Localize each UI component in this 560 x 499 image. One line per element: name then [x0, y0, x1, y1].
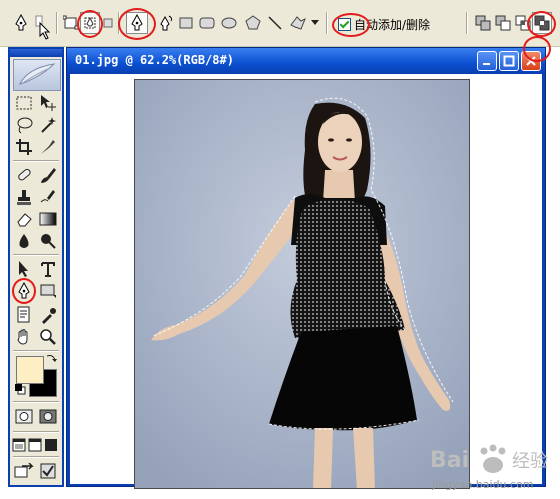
toolbox-panel — [8, 47, 64, 487]
subtract-from-path-area-icon[interactable] — [494, 12, 512, 34]
watermark-logo-suffix: 经验 — [512, 451, 548, 472]
minimize-button[interactable] — [477, 51, 497, 71]
healing-brush-tool-icon[interactable] — [13, 165, 35, 185]
annotation-circle — [523, 36, 551, 62]
dodge-tool-icon[interactable] — [37, 231, 59, 251]
crop-tool-icon[interactable] — [13, 137, 35, 157]
rounded-rectangle-shape-icon[interactable] — [198, 12, 216, 34]
quick-mask-mode-icon[interactable] — [37, 407, 59, 427]
photo-canvas[interactable] — [134, 79, 470, 489]
standard-mode-icon[interactable] — [13, 407, 35, 427]
custom-shape-dropdown-icon[interactable] — [310, 12, 320, 34]
freeform-pen-icon[interactable] — [156, 12, 176, 34]
marquee-tool-icon[interactable] — [13, 93, 35, 113]
toolbox-title-bar[interactable] — [10, 49, 62, 57]
lasso-tool-icon[interactable] — [13, 115, 35, 135]
clone-stamp-tool-icon[interactable] — [13, 187, 35, 207]
type-tool-icon[interactable] — [37, 259, 59, 279]
polygon-shape-icon[interactable] — [244, 12, 262, 34]
swap-colors-icon[interactable] — [44, 351, 58, 365]
annotation-circle — [77, 10, 103, 38]
maximize-button[interactable] — [499, 51, 519, 71]
standard-screen-mode-icon[interactable] — [11, 435, 27, 455]
blur-tool-icon[interactable] — [13, 231, 35, 251]
brush-tool-icon[interactable] — [37, 165, 59, 185]
gradient-tool-icon[interactable] — [37, 209, 59, 229]
document-window: 01.jpg @ 62.2%(RGB/8#) — [66, 36, 551, 489]
baidu-paw-logo: Bai 经验 — [430, 444, 548, 473]
full-screen-menu-mode-icon[interactable] — [27, 435, 43, 455]
watermark-url: jingyan.baidu.com — [432, 478, 534, 491]
commit-checkbox-icon[interactable] — [37, 461, 59, 481]
path-selection-tool-icon[interactable] — [13, 259, 35, 279]
photoshop-logo[interactable] — [13, 59, 61, 91]
jump-to-imageready-icon[interactable] — [13, 461, 35, 481]
move-tool-icon[interactable] — [37, 93, 59, 113]
watermark-logo-text: Bai — [430, 448, 469, 473]
line-shape-icon[interactable] — [266, 12, 284, 34]
rectangle-shape-icon[interactable] — [178, 12, 194, 34]
options-bar: 自动添加/删除 — [0, 0, 560, 47]
fill-pixels-icon[interactable] — [101, 12, 115, 34]
custom-shape-icon[interactable] — [288, 12, 308, 34]
ellipse-shape-icon[interactable] — [220, 12, 238, 34]
foreground-color-swatch[interactable] — [16, 356, 44, 384]
add-to-path-area-icon[interactable] — [474, 12, 492, 34]
history-brush-tool-icon[interactable] — [37, 187, 59, 207]
mouse-cursor-icon — [38, 20, 52, 42]
eraser-tool-icon[interactable] — [13, 209, 35, 229]
annotation-circle — [332, 13, 370, 37]
annotation-circle — [118, 8, 156, 40]
document-canvas-area — [70, 74, 542, 489]
annotation-circle — [527, 11, 556, 37]
magic-wand-tool-icon[interactable] — [37, 115, 59, 135]
full-screen-mode-icon[interactable] — [43, 435, 59, 455]
document-title-bar[interactable]: 01.jpg @ 62.2%(RGB/8#) — [67, 48, 545, 74]
annotation-circle — [12, 278, 36, 304]
default-colors-icon[interactable] — [14, 383, 26, 395]
rectangle-tool-icon[interactable] — [37, 281, 59, 301]
document-title: 01.jpg @ 62.2%(RGB/8#) — [75, 53, 234, 67]
notes-tool-icon[interactable] — [13, 305, 35, 325]
hand-tool-icon[interactable] — [13, 327, 35, 347]
eyedropper-tool-icon[interactable] — [37, 305, 59, 325]
woman-photo — [135, 80, 469, 488]
tool-preset-pen-icon[interactable] — [10, 12, 32, 34]
slice-tool-icon[interactable] — [37, 137, 59, 157]
zoom-tool-icon[interactable] — [37, 327, 59, 347]
